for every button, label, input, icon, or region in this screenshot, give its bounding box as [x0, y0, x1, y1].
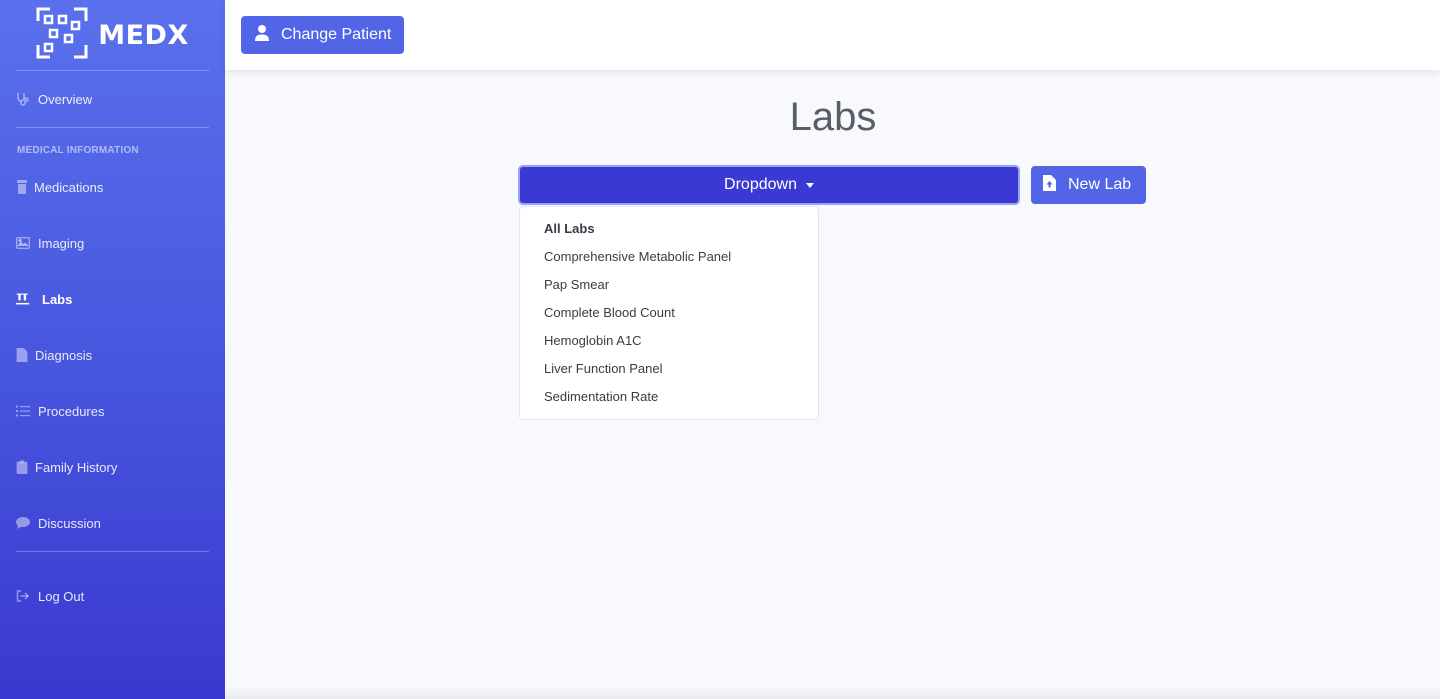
sidebar-item-discussion[interactable]: Discussion [16, 512, 101, 534]
sidebar-item-label: Overview [38, 91, 93, 107]
prescription-bottle-icon [16, 180, 28, 194]
list-icon [16, 404, 32, 418]
user-icon [254, 24, 281, 46]
stethoscope-icon [16, 92, 32, 106]
comment-icon [16, 516, 32, 530]
sidebar-item-label: Discussion [38, 515, 101, 531]
sidebar-item-label: Imaging [38, 235, 85, 251]
sidebar: MEDX Overview MEDICAL INFORMATION Medica… [0, 0, 225, 699]
section-heading: MEDICAL INFORMATION [17, 145, 139, 156]
dropdown-item-all-labs[interactable]: All Labs [520, 215, 818, 243]
change-patient-label: Change Patient [281, 26, 392, 43]
sign-out-icon [16, 589, 32, 603]
dropdown-item-comprehensive-metabolic-panel[interactable]: Comprehensive Metabolic Panel [520, 243, 818, 271]
dropdown-item-pap-smear[interactable]: Pap Smear [520, 271, 818, 299]
sidebar-divider [16, 551, 209, 552]
image-icon [16, 236, 32, 250]
sidebar-item-label: Log Out [38, 588, 85, 604]
brand-name: MEDX [98, 19, 189, 51]
sidebar-item-family-history[interactable]: Family History [16, 456, 117, 478]
sidebar-item-labs[interactable]: Labs [16, 288, 72, 310]
sidebar-item-logout[interactable]: Log Out [16, 585, 84, 607]
labs-dropdown-menu: All Labs Comprehensive Metabolic Panel P… [519, 206, 819, 420]
dropdown-item-liver-function-panel[interactable]: Liver Function Panel [520, 355, 818, 383]
file-icon [16, 348, 28, 362]
sidebar-item-diagnosis[interactable]: Diagnosis [16, 344, 92, 366]
labs-dropdown-button[interactable]: Dropdown [518, 165, 1020, 205]
sidebar-item-label: Diagnosis [35, 347, 93, 363]
page-title: Labs [789, 95, 877, 139]
sidebar-item-medications[interactable]: Medications [16, 176, 103, 198]
bottom-shadow [225, 686, 1440, 699]
new-lab-button[interactable]: New Lab [1031, 166, 1146, 204]
dropdown-item-complete-blood-count[interactable]: Complete Blood Count [520, 299, 818, 327]
file-upload-icon [1043, 174, 1068, 196]
dropdown-item-sedimentation-rate[interactable]: Sedimentation Rate [520, 383, 818, 411]
dropdown-item-hemoglobin-a1c[interactable]: Hemoglobin A1C [520, 327, 818, 355]
logo-icon [36, 7, 88, 64]
sidebar-item-overview[interactable]: Overview [16, 88, 92, 110]
clipboard-icon [16, 460, 28, 474]
change-patient-button[interactable]: Change Patient [241, 16, 405, 54]
sidebar-divider [16, 70, 209, 71]
topbar: Change Patient [225, 0, 1440, 70]
sidebar-item-label: Family History [35, 459, 118, 475]
sidebar-divider [16, 127, 209, 128]
sidebar-item-label: Labs [42, 291, 73, 307]
sidebar-item-procedures[interactable]: Procedures [16, 400, 104, 422]
sidebar-item-label: Medications [34, 179, 104, 195]
vials-icon [16, 292, 36, 306]
sidebar-item-label: Procedures [38, 403, 105, 419]
new-lab-label: New Lab [1068, 176, 1132, 193]
brand[interactable]: MEDX [0, 0, 225, 70]
caret-down-icon [805, 183, 814, 188]
sidebar-item-imaging[interactable]: Imaging [16, 232, 84, 254]
dropdown-label: Dropdown [724, 176, 797, 193]
